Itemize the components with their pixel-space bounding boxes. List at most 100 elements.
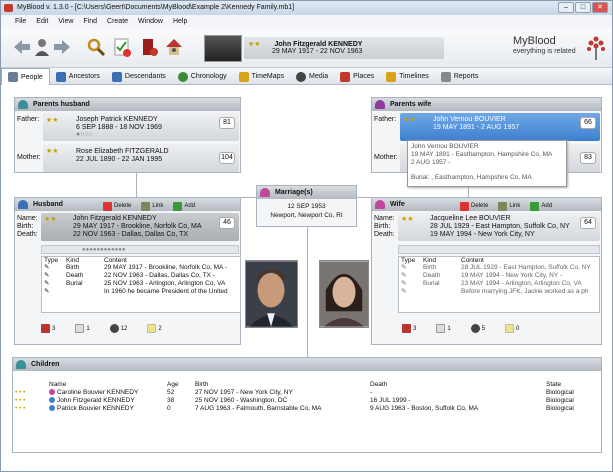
event-row[interactable]: ✎ Burial 23 MAY 1994 - Arlington, Arlingto…	[399, 280, 599, 288]
link-button[interactable]: Link	[498, 200, 520, 213]
family-tree-logo-icon	[587, 36, 605, 60]
father-record-number: 81	[219, 117, 235, 129]
tab-label: Reports	[453, 73, 479, 80]
book-button[interactable]	[138, 36, 160, 58]
wife-record-number: 64	[580, 217, 596, 229]
forward-button[interactable]	[51, 36, 73, 58]
view-tabs: People Ancestors Descendants Chronology …	[1, 68, 612, 85]
child-death: 9 AUG 1963 - Boston, Suffolk Co, MA	[370, 405, 479, 412]
menu-help[interactable]: Help	[173, 15, 187, 28]
media-strip-scrollbar[interactable]	[398, 245, 600, 254]
wife-card[interactable]: ★★ Jacqueline Lee BOUVIER 28 JUL 1929 - …	[398, 213, 600, 241]
notes-count[interactable]: 1	[436, 324, 451, 333]
tasks-icon	[147, 324, 157, 333]
female-icon	[375, 200, 385, 209]
child-age: 52	[167, 389, 175, 396]
event-kind: Birth	[423, 264, 437, 271]
panel-header: Parents husband	[15, 98, 240, 111]
father-label: Father:	[17, 116, 40, 123]
tab-ancestors[interactable]: Ancestors	[50, 68, 106, 85]
home-person-button[interactable]	[31, 36, 53, 58]
add-button[interactable]: Add	[173, 200, 195, 213]
col-kind: Kind	[423, 257, 437, 264]
menu-file[interactable]: File	[15, 15, 26, 28]
tab-people[interactable]: People	[1, 68, 50, 85]
tab-reports[interactable]: Reports	[435, 68, 485, 85]
wife-name: Jacqueline Lee BOUVIER	[430, 215, 511, 222]
child-death: -	[370, 389, 373, 396]
husband-photo[interactable]	[245, 260, 298, 328]
tasks-count[interactable]: 2	[147, 324, 162, 333]
sources-count[interactable]: 3	[41, 324, 55, 333]
father-card[interactable]: ★★ Joseph Patrick KENNEDY 6 SEP 1888 - 1…	[43, 113, 239, 141]
event-row[interactable]: ✎ Birth 28 JUL 1929 - East Hampton, Suffol…	[399, 264, 599, 272]
media-strip-scrollbar[interactable]: ●●●●●●●●●●●●	[41, 245, 239, 254]
tab-chronology[interactable]: Chronology	[172, 68, 233, 85]
notes-count[interactable]: 1	[75, 324, 90, 333]
panel-title: Parents husband	[33, 101, 90, 108]
event-type-icon: ✎	[44, 272, 50, 279]
event-row[interactable]: ✎ Death 19 MAY 1994 - New York City, NY -	[399, 272, 599, 280]
count-value: 12	[120, 325, 128, 332]
tab-timelines[interactable]: Timelines	[380, 68, 435, 85]
sources-count[interactable]: 3	[402, 324, 416, 333]
marriage-panel[interactable]: Marriage(s) 12 SEP 1953 Newport, Newport…	[256, 185, 357, 227]
add-icon	[173, 202, 183, 211]
back-button[interactable]	[11, 36, 33, 58]
delete-button[interactable]: Delete	[103, 200, 131, 213]
tab-media[interactable]: Media	[290, 68, 334, 85]
tab-places[interactable]: Places	[334, 68, 380, 85]
father-card-selected[interactable]: ★★ John Vernou BOUVIER 19 MAY 1891 - 2 A…	[400, 113, 600, 141]
menu-edit[interactable]: Edit	[36, 15, 48, 28]
child-death: 16 JUL 1999 -	[370, 397, 411, 404]
maximize-button[interactable]: □	[575, 2, 591, 13]
mother-card[interactable]: ★★ Rose Elizabeth FITZGERALD 22 JUL 1890…	[43, 144, 239, 172]
delete-icon	[103, 202, 112, 211]
husband-card[interactable]: ★★ John Fitzgerald KENNEDY 29 MAY 1917 -…	[41, 213, 239, 241]
tab-timemaps[interactable]: TimeMaps	[233, 68, 290, 85]
col-kind: Kind	[66, 257, 80, 264]
col-type: Type	[44, 257, 59, 264]
search-button[interactable]	[85, 36, 107, 58]
panel-title: Children	[31, 361, 60, 368]
event-row[interactable]: ✎ Burial 25 NOV 1963 - Arlington, Arlingto…	[42, 280, 240, 288]
link-button[interactable]: Link	[141, 200, 163, 213]
media-icon	[470, 324, 480, 333]
menu-create[interactable]: Create	[107, 15, 128, 28]
event-content: Before marrying JFK, Jackie worked as a …	[461, 288, 589, 295]
name-label: Name:	[17, 215, 38, 222]
tasks-button[interactable]	[111, 36, 133, 58]
media-count[interactable]: 12	[109, 324, 128, 333]
home-button[interactable]	[163, 36, 185, 58]
checklist-icon	[114, 38, 131, 57]
child-row[interactable]: • • • Caroline Bouvier KENNEDY 52 27 NOV 19…	[13, 389, 601, 397]
name-label: Name:	[374, 215, 395, 222]
menu-view[interactable]: View	[58, 15, 73, 28]
tab-descendants[interactable]: Descendants	[106, 68, 172, 85]
current-person-box[interactable]: ★★ John Fitzgerald KENNEDY 29 MAY 1917 -…	[244, 37, 444, 59]
event-row[interactable]: ✎ Death 22 NOV 1963 - Dallas, Dallas Co, T…	[42, 272, 240, 280]
media-count[interactable]: 5	[470, 324, 486, 333]
tab-label: Chronology	[190, 73, 227, 80]
event-row[interactable]: ✎ In 1960 he became President of the Unit…	[42, 288, 240, 296]
tab-label: TimeMaps	[251, 73, 285, 80]
wife-panel: Wife Delete Link Add Name: Birth: Death:…	[371, 197, 602, 345]
menu-window[interactable]: Window	[138, 15, 163, 28]
timelines-icon	[386, 71, 397, 82]
child-row[interactable]: • • • Patrick Bouvier KENNEDY 0 7 AUG 1963 …	[13, 405, 601, 413]
child-row[interactable]: • • • John Fitzgerald KENNEDY 38 25 NOV 196…	[13, 397, 601, 405]
tasks-count[interactable]: 0	[505, 324, 519, 333]
tab-label: Ancestors	[68, 73, 100, 80]
menu-find[interactable]: Find	[83, 15, 97, 28]
count-value: 1	[86, 325, 90, 332]
event-row[interactable]: ✎ Before marrying JFK, Jackie worked as a…	[399, 288, 599, 296]
event-row[interactable]: ✎ Birth 29 MAY 1917 - Brookline, Norfolk C…	[42, 264, 240, 272]
count-value: 5	[481, 325, 486, 332]
add-button[interactable]: Add	[530, 200, 552, 213]
tooltip-line: Burial: , Easthampton, Hampshire Co, MA	[411, 174, 532, 181]
minimize-button[interactable]: –	[558, 2, 574, 13]
wife-photo[interactable]	[319, 260, 369, 328]
delete-button[interactable]: Delete	[460, 200, 488, 213]
current-person-name: John Fitzgerald KENNEDY	[274, 41, 363, 48]
close-button[interactable]: ✕	[592, 2, 608, 13]
